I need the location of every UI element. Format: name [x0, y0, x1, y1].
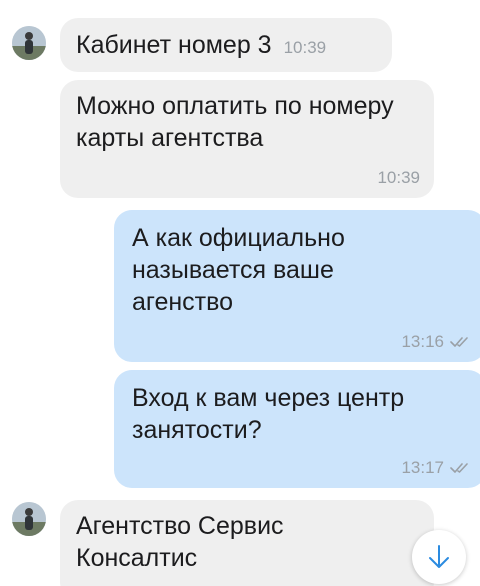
sender-avatar[interactable] — [12, 26, 46, 60]
message-bubble-incoming[interactable]: Агентство Сервис Консалтис — [60, 500, 434, 586]
avatar-icon — [12, 26, 46, 60]
message-text: Вход к вам через центр занятости? — [132, 384, 405, 444]
message-bubble-incoming[interactable]: Можно оплатить по номеру карты агентства… — [60, 80, 434, 198]
chat-thread: Кабинет номер 3 10:39 Можно оплатить по н… — [0, 0, 480, 586]
message-bubble-outgoing[interactable]: А как официально называется ваше агенств… — [114, 210, 480, 362]
scroll-down-button[interactable] — [412, 530, 466, 584]
message-text: Агентство Сервис Консалтис — [76, 512, 284, 572]
message-time: 10:39 — [377, 168, 420, 187]
sender-avatar[interactable] — [12, 502, 46, 536]
double-check-icon — [450, 462, 472, 474]
double-check-icon — [450, 336, 472, 348]
message-text: А как официально называется ваше агенств… — [132, 224, 345, 316]
message-time: 13:17 — [401, 458, 444, 477]
message-time: 10:39 — [283, 38, 327, 57]
message-time: 13:16 — [401, 332, 444, 351]
message-text: Можно оплатить по номеру карты агентства — [76, 92, 394, 152]
message-bubble-outgoing[interactable]: Вход к вам через центр занятости? 13:17 — [114, 370, 480, 488]
message-text: Кабинет номер 3 — [76, 31, 272, 59]
avatar-icon — [12, 502, 46, 536]
message-bubble-incoming[interactable]: Кабинет номер 3 10:39 — [60, 18, 392, 72]
arrow-down-icon — [429, 545, 449, 568]
